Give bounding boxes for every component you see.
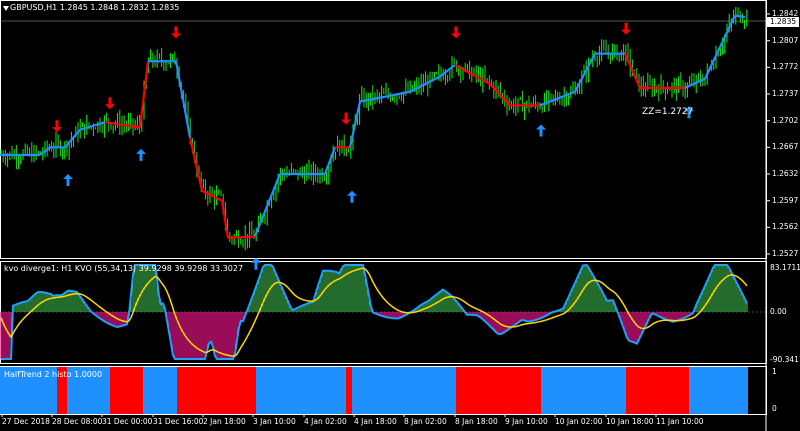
kvo-title: kvo diverge1: H1 KVO (55,34,13) 39.9298 … [4,264,244,273]
chart-canvas[interactable] [0,0,800,431]
buy-arrow-icon [63,174,73,186]
time-tick: 31 Dec 16:00 [153,417,204,426]
sell-arrow-icon [621,22,631,35]
current-price-box: 1.2835 [767,17,799,27]
price-tick: 1.2737 [772,89,799,98]
halftrend-histogram [0,367,748,414]
halftrend-segment [79,121,106,131]
time-tick: 10 Jan 02:00 [555,417,603,426]
price-tick: 1.2842 [772,9,799,18]
time-tick: 2 Jan 18:00 [203,417,246,426]
halftrend-segment [623,53,642,89]
price-tick: 1.2527 [772,249,799,258]
halftrend-bar [110,367,143,414]
halftrend-line [0,14,746,240]
symbol-title: GBPUSD,H1 1.2845 1.2848 1.2832 1.2835 [10,3,180,12]
buy-arrow-icon [251,257,261,270]
halftrend-one-tick: 1 [772,367,777,376]
time-tick: 31 Dec 00:00 [102,417,153,426]
halftrend-bar [256,367,346,414]
buy-arrow-icon [347,190,357,203]
halftrend-zero-tick: 0 [772,404,777,413]
price-tick: 1.2807 [772,35,799,45]
halftrend-segment [734,14,746,19]
time-tick: 8 Jan 02:00 [404,417,447,426]
halftrend-bar [456,367,541,414]
halftrend-bar [352,367,456,414]
halftrend-segment [253,173,282,237]
halftrend-segment [174,61,192,138]
zz-label: ZZ=1.2727 [642,107,694,117]
halftrend-bar [689,367,748,414]
price-tick: 1.2597 [772,195,799,205]
time-tick: 27 Dec 2018 [2,417,50,426]
price-tick: 1.2702 [772,115,799,125]
time-tick: 4 Jan 02:00 [304,417,347,426]
time-tick: 11 Jan 10:00 [656,417,704,426]
sell-arrow-icon [451,26,461,39]
time-tick: 28 Dec 08:00 [52,417,103,426]
halftrend-segment [704,15,736,80]
sell-arrow-icon [105,97,115,110]
sell-arrow-icon [52,120,62,133]
halftrend-segment [574,53,596,93]
halftrend-bar [143,367,177,414]
price-candles [0,7,748,251]
time-tick: 10 Jan 18:00 [606,417,654,426]
halftrend-bar [346,367,352,414]
halftrend-segment [439,64,456,78]
time-tick: 8 Jan 18:00 [455,417,498,426]
halftrend-segment [684,77,706,89]
halftrend-segment [188,137,204,192]
halftrend-segment [227,235,256,240]
halftrend-bar [177,367,256,414]
chart-window[interactable]: GBPUSD,H1 1.2845 1.2848 1.2832 1.2835 1.… [0,0,800,431]
buy-arrow-icon [536,124,546,137]
time-tick: 3 Jan 10:00 [253,417,296,426]
time-tick: 4 Jan 18:00 [354,417,397,426]
kvo-zero-tick: 0.00 [770,307,787,316]
halftrend-segment [348,101,362,148]
kvo-max-tick: 83.1711 [770,263,800,272]
sell-arrow-icon [341,112,351,125]
collapse-triangle-icon[interactable] [3,6,9,11]
price-tick: 1.2772 [772,62,799,72]
halftrend-bar [626,367,689,414]
time-tick: 9 Jan 10:00 [505,417,548,426]
buy-arrow-icon [136,148,146,161]
kvo-min-tick: -90.3411 [770,355,800,364]
price-tick: 1.2667 [772,142,799,152]
halftrend-segment [359,90,411,103]
halftrend-bar [541,367,626,414]
price-tick: 1.2562 [772,222,799,232]
halftrend-title: HalfTrend 2 histo 1.0000 [4,370,103,379]
sell-arrow-icon [171,26,181,39]
price-tick: 1.2632 [772,169,799,178]
